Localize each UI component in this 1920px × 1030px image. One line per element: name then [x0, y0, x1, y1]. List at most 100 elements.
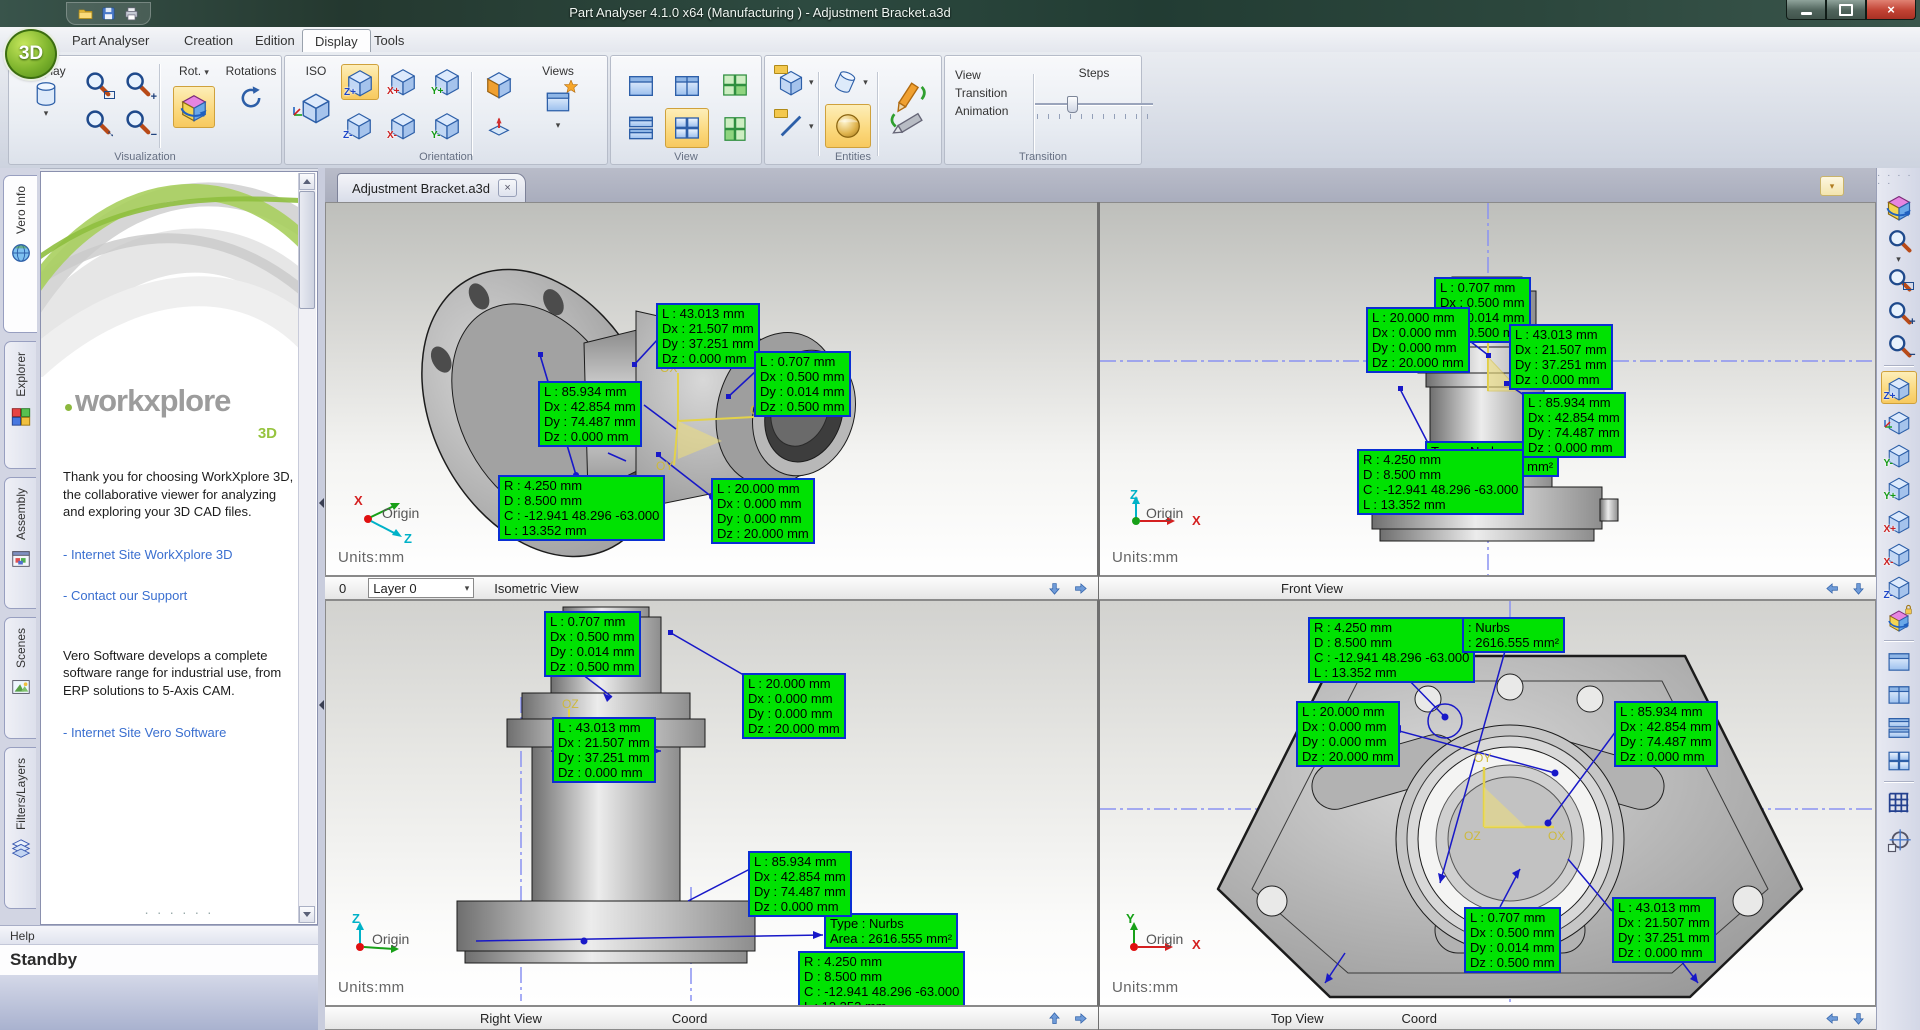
- layout-two-columns-button[interactable]: [665, 66, 709, 106]
- view-down-arrow-button[interactable]: [1850, 1010, 1867, 1027]
- measure-label[interactable]: L : 20.000 mm Dx : 0.000 mm Dy : 0.000 m…: [1296, 701, 1400, 767]
- measure-label[interactable]: L : 20.000 mm Dx : 0.000 mm Dy : 0.000 m…: [711, 478, 815, 544]
- viewport-isometric[interactable]: OX OY OZ L : 43.013 mm Dx : 21.507 mm Dy…: [325, 202, 1098, 576]
- rotation-lock-button[interactable]: [1882, 604, 1916, 635]
- tab-part-analyser[interactable]: Part Analyser: [60, 29, 161, 52]
- viewport-front[interactable]: L : 0.707 mm Dx : 0.500 mm Dy : 0.014 mm…: [1099, 202, 1876, 576]
- zoom-in-button[interactable]: +: [117, 64, 157, 102]
- layout-two-rows-button[interactable]: [1882, 712, 1916, 743]
- tile-horizontal-button[interactable]: [715, 110, 755, 148]
- view-x-plus-button[interactable]: X+: [385, 64, 421, 98]
- view-up-arrow-button[interactable]: [1046, 1010, 1063, 1027]
- measure-label[interactable]: L : 85.934 mm Dx : 42.854 mm Dy : 74.487…: [538, 381, 642, 447]
- sidebar-tab-assembly[interactable]: Assembly: [4, 477, 36, 609]
- view-y-plus-button[interactable]: Y+: [1882, 472, 1916, 503]
- measure-label[interactable]: L : 0.707 mm Dx : 0.500 mm Dy : 0.014 mm…: [754, 351, 851, 417]
- chevron-down-icon[interactable]: ▾: [556, 122, 561, 128]
- toolbar-grip[interactable]: · · · · · ·: [1877, 172, 1920, 188]
- measure-label[interactable]: R : 4.250 mm D : 8.500 mm C : -12.941 48…: [1357, 449, 1524, 515]
- measure-label[interactable]: L : 85.934 mm Dx : 42.854 mm Dy : 74.487…: [748, 851, 852, 917]
- rot-dropdown[interactable]: Rot. ▾: [179, 64, 209, 78]
- view-y-plus-button[interactable]: Y+: [429, 64, 465, 98]
- view-down-arrow-button[interactable]: [1850, 580, 1867, 597]
- measure-label[interactable]: L : 20.000 mm Dx : 0.000 mm Dy : 0.000 m…: [742, 673, 846, 739]
- zoom-fit-button[interactable]: [1882, 224, 1916, 255]
- viewport-top[interactable]: OY OZ OX R : 4.250 mm D : 8.500 mm C : -…: [1099, 600, 1876, 1006]
- view-right-arrow-button[interactable]: [1072, 580, 1089, 597]
- rotations-button[interactable]: [232, 80, 270, 116]
- zoom-window-button[interactable]: [77, 64, 117, 102]
- rotate-view-button[interactable]: [173, 86, 215, 128]
- measure-label[interactable]: R : 4.250 mm D : 8.500 mm C : -12.941 48…: [498, 475, 665, 541]
- minimize-button[interactable]: [1786, 0, 1826, 20]
- view-down-arrow-button[interactable]: [1046, 580, 1063, 597]
- view-transition-animation-label[interactable]: View Transition Animation: [955, 66, 1008, 120]
- entity-solid-dropdown[interactable]: ▾: [773, 64, 814, 100]
- view-z-minus-button[interactable]: Z-: [341, 108, 377, 142]
- view-right-arrow-button[interactable]: [1072, 1010, 1089, 1027]
- view-y-minus-button[interactable]: Y-: [429, 108, 465, 142]
- measure-label[interactable]: L : 85.934 mm Dx : 42.854 mm Dy : 74.487…: [1614, 701, 1718, 767]
- tab-tools[interactable]: Tools: [362, 29, 416, 52]
- zoom-out-button[interactable]: −: [117, 102, 157, 140]
- view-z-plus-button[interactable]: Z+: [341, 64, 379, 100]
- sidebar-tab-scenes[interactable]: Scenes: [4, 617, 36, 739]
- zoom-window-button[interactable]: [1882, 263, 1916, 294]
- iso-view-button[interactable]: [1882, 406, 1916, 437]
- maximize-button[interactable]: [1826, 0, 1866, 20]
- measure-label[interactable]: R : 4.250 mm D : 8.500 mm C : -12.941 48…: [798, 951, 965, 1006]
- view-left-arrow-button[interactable]: [1824, 580, 1841, 597]
- sidebar-tab-vero-info[interactable]: Vero Info: [3, 175, 37, 333]
- slider-thumb[interactable]: [1067, 96, 1078, 113]
- tabbar-options-button[interactable]: ▾: [1820, 176, 1844, 196]
- grid-toggle-button[interactable]: [1882, 787, 1916, 818]
- measure-label[interactable]: L : 43.013 mm Dx : 21.507 mm Dy : 37.251…: [656, 303, 760, 369]
- measure-label[interactable]: L : 43.013 mm Dx : 21.507 mm Dy : 37.251…: [552, 717, 656, 783]
- layer-dropdown[interactable]: Layer 0 ▾: [368, 578, 474, 598]
- layout-two-columns-button[interactable]: [1882, 679, 1916, 710]
- layout-quad-button[interactable]: [1882, 745, 1916, 776]
- tab-edition[interactable]: Edition: [243, 29, 307, 52]
- print-icon[interactable]: [123, 5, 140, 22]
- link-contact-support[interactable]: - Contact our Support: [63, 588, 297, 603]
- save-icon[interactable]: [100, 5, 117, 22]
- rotate-view-button[interactable]: [1882, 191, 1916, 222]
- scroll-down-button[interactable]: [299, 906, 315, 923]
- measure-label[interactable]: R : 4.250 mm D : 8.500 mm C : -12.941 48…: [1308, 617, 1475, 683]
- app-logo-3d[interactable]: 3D: [5, 29, 57, 79]
- measure-label[interactable]: L : 0.707 mm Dx : 0.500 mm Dy : 0.014 mm…: [544, 611, 641, 677]
- layout-single-button[interactable]: [1882, 646, 1916, 677]
- zoom-out-button[interactable]: −: [1882, 329, 1916, 360]
- tab-display[interactable]: Display: [302, 29, 371, 53]
- layout-two-rows-button[interactable]: [619, 108, 663, 148]
- measure-label[interactable]: Type : Nurbs Area : 2616.555 mm²: [824, 913, 958, 949]
- view-y-minus-button[interactable]: Y-: [1882, 439, 1916, 470]
- view-left-arrow-button[interactable]: [1824, 1010, 1841, 1027]
- zoom-dynamic-button[interactable]: ↔: [77, 102, 117, 140]
- steps-slider[interactable]: [1035, 94, 1153, 120]
- chevron-down-icon[interactable]: ▾: [44, 110, 49, 116]
- view-x-minus-button[interactable]: X-: [1882, 538, 1916, 569]
- measure-label[interactable]: L : 0.707 mm Dx : 0.500 mm Dy : 0.014 mm…: [1464, 907, 1561, 973]
- entity-curve-dropdown[interactable]: ▾: [773, 108, 814, 144]
- view-face-button[interactable]: [479, 64, 519, 104]
- close-button[interactable]: ×: [1866, 0, 1916, 20]
- iso-view-button[interactable]: [295, 86, 337, 128]
- tile-views-button[interactable]: [715, 66, 755, 104]
- entity-sphere-button[interactable]: [825, 104, 871, 148]
- view-z-plus-button[interactable]: Z+: [1881, 371, 1917, 404]
- link-internet-site-vero[interactable]: - Internet Site Vero Software: [63, 725, 297, 740]
- align-to-plane-button[interactable]: [479, 110, 519, 146]
- measure-label[interactable]: L : 85.934 mm Dx : 42.854 mm Dy : 74.487…: [1522, 392, 1626, 458]
- measure-label[interactable]: L : 43.013 mm Dx : 21.507 mm Dy : 37.251…: [1612, 897, 1716, 963]
- measure-edit-button[interactable]: [882, 64, 934, 148]
- panel-scrollbar[interactable]: [298, 173, 316, 923]
- open-file-icon[interactable]: [77, 5, 94, 22]
- measure-label[interactable]: : Nurbs : 2616.555 mm²: [1462, 617, 1565, 653]
- layout-single-button[interactable]: [619, 66, 663, 106]
- panel-resize-grip[interactable]: · · · · · ·: [144, 904, 213, 920]
- view-z-minus-button[interactable]: Z-: [1882, 571, 1916, 602]
- document-tab[interactable]: Adjustment Bracket.a3d ×: [337, 173, 526, 202]
- view-x-minus-button[interactable]: X-: [385, 108, 421, 142]
- link-internet-site-workxplore[interactable]: - Internet Site WorkXplore 3D: [63, 547, 297, 562]
